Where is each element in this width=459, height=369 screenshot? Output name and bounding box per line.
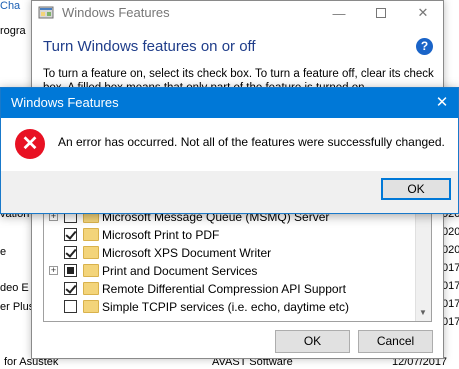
error-dialog-title: Windows Features [11,95,119,110]
folder-icon [83,228,99,241]
help-icon[interactable]: ? [416,38,433,55]
cancel-button[interactable]: Cancel [358,330,433,353]
feature-label: Print and Document Services [102,264,258,278]
background-date-fragment: 017 [442,298,459,310]
page-heading: Turn Windows features on or off [43,38,256,55]
feature-checkbox[interactable] [64,282,77,295]
error-title-bar[interactable]: Windows Features ✕ [1,88,458,118]
close-button[interactable]: ✕ [402,1,444,25]
folder-icon [83,246,99,259]
feature-checkbox[interactable] [64,300,77,313]
background-fragment: e [0,246,7,258]
scroll-down-icon[interactable]: ▼ [419,308,427,317]
tree-item[interactable]: + Print and Document Services [44,262,414,280]
folder-icon [83,264,99,277]
features-tree: + Microsoft Message Queue (MSMQ) Server … [43,204,432,322]
window-title: Windows Features [62,5,170,20]
feature-label: Remote Differential Compression API Supp… [102,282,346,296]
background-date-fragment: 020 [442,244,459,256]
close-icon[interactable]: ✕ [432,93,452,113]
background-date-fragment: 017 [442,262,459,274]
feature-label: Microsoft XPS Document Writer [102,246,272,260]
maximize-button[interactable] [360,1,402,25]
error-dialog: Windows Features ✕ ✕ An error has occurr… [0,87,459,214]
feature-label: Microsoft Print to PDF [102,228,220,242]
ok-button[interactable]: OK [275,330,350,353]
error-ok-button[interactable]: OK [381,178,451,200]
expand-icon[interactable]: + [49,266,58,275]
background-fragment: er Plus [0,301,32,313]
background-date-fragment: 017 [442,280,459,292]
background-fragment: Cha [0,0,21,12]
minimize-icon: — [332,5,346,21]
error-message: An error has occurred. Not all of the fe… [58,135,445,149]
tree-scrollbar[interactable]: ▼ [415,205,431,321]
maximize-icon [376,8,386,18]
background-fragment: rogra [0,25,26,37]
feature-checkbox[interactable] [64,228,77,241]
background-date-fragment: 017 [442,316,459,328]
folder-icon [83,282,99,295]
tree-item[interactable]: Microsoft XPS Document Writer [44,244,414,262]
error-body: ✕ An error has occurred. Not all of the … [1,118,458,171]
close-icon: ✕ [417,5,429,20]
tree-item[interactable]: Remote Differential Compression API Supp… [44,280,414,298]
tree-item[interactable]: Simple TCPIP services (i.e. echo, daytim… [44,298,414,316]
feature-checkbox[interactable] [64,246,77,259]
feature-checkbox[interactable] [64,264,77,277]
tree-item[interactable]: Microsoft Print to PDF [44,226,414,244]
windows-features-icon [38,6,54,19]
folder-icon [83,300,99,313]
background-date-fragment: 020 [442,226,459,238]
feature-label: Simple TCPIP services (i.e. echo, daytim… [102,300,349,314]
background-fragment: deo E [0,282,29,294]
title-bar[interactable]: Windows Features — ✕ [32,1,443,25]
minimize-button[interactable]: — [318,1,360,25]
error-icon: ✕ [15,129,45,159]
